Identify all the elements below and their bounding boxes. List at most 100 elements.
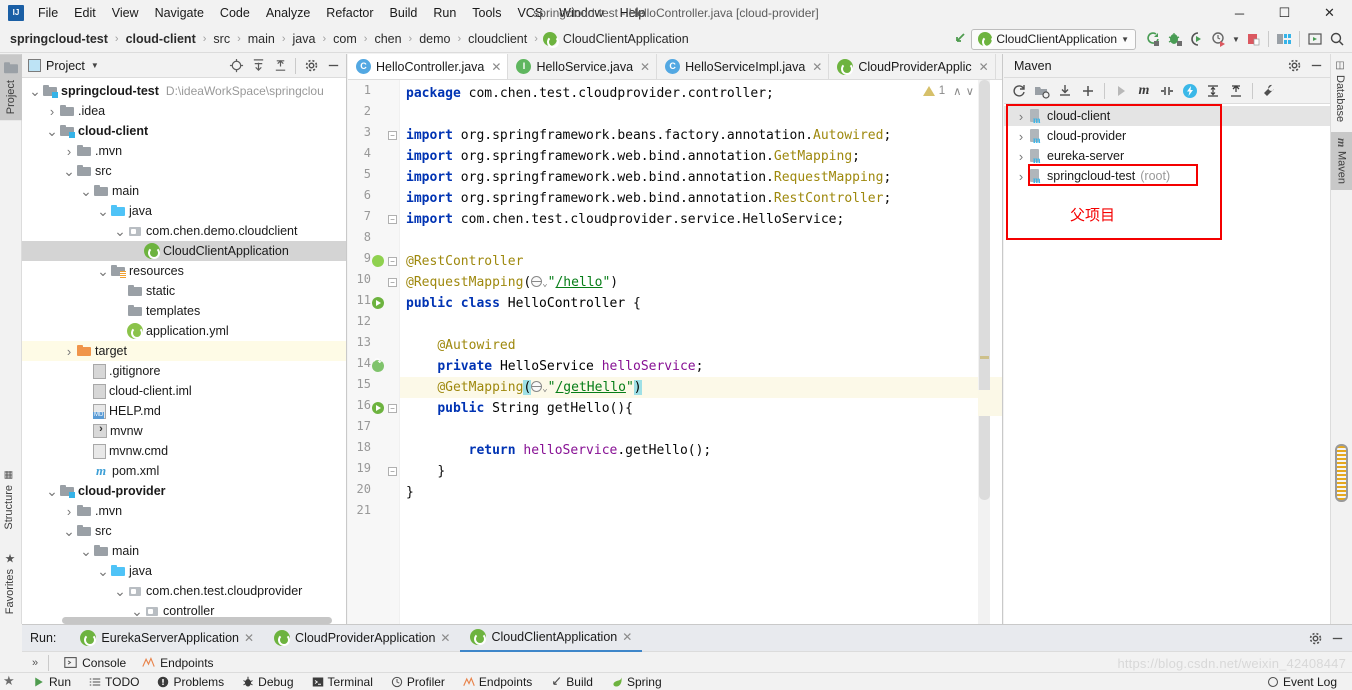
run-tab[interactable]: CloudClientApplication✕ <box>460 625 642 652</box>
project-tree-row[interactable]: static <box>22 281 346 301</box>
code-line[interactable]: public class HelloController { <box>406 293 641 314</box>
code-map-scrollbar[interactable] <box>1335 444 1348 502</box>
editor-tab[interactable]: HelloController.java✕ <box>348 54 508 79</box>
editor-tab[interactable]: HelloServiceImpl.java✕ <box>657 54 829 79</box>
code-fold-toggle[interactable]: − <box>388 215 397 224</box>
debug-button[interactable] <box>1164 28 1186 50</box>
breadcrumb-springcloud-test[interactable]: springcloud-test <box>8 31 110 47</box>
project-file-tree[interactable]: ⌄springcloud-testD:\ideaWorkSpace\spring… <box>22 78 346 624</box>
project-tree-row[interactable]: ⌄src <box>22 161 346 181</box>
minimize-button[interactable]: ─ <box>1217 0 1262 26</box>
close-icon[interactable]: ✕ <box>244 631 254 645</box>
close-icon[interactable]: ✕ <box>440 631 450 645</box>
code-line[interactable]: @RequestMapping(⌄"/hello") <box>406 272 618 293</box>
chevron-down-icon[interactable]: ⌄ <box>96 264 110 278</box>
maven-settings-wrench-button[interactable] <box>1258 80 1280 102</box>
code-line[interactable]: import org.springframework.web.bind.anno… <box>406 167 891 188</box>
chevron-down-icon[interactable]: ⌄ <box>62 164 76 178</box>
project-view-chevron-down-icon[interactable]: ▼ <box>91 61 99 70</box>
project-structure-button[interactable] <box>1273 28 1295 50</box>
maven-hide-panel-button[interactable] <box>1305 55 1327 77</box>
code-fold-toggle[interactable]: − <box>388 467 397 476</box>
run-with-coverage-button[interactable] <box>1186 28 1208 50</box>
menu-window[interactable]: Window <box>551 3 611 23</box>
project-tree-row[interactable]: ⌄cloud-client <box>22 121 346 141</box>
favorites-star-icon[interactable]: ★ <box>3 673 15 689</box>
run-maven-build-button[interactable] <box>1110 80 1132 102</box>
chevron-down-icon[interactable]: ⌄ <box>45 484 59 498</box>
menu-view[interactable]: View <box>104 3 147 23</box>
expand-all-button[interactable] <box>1202 80 1224 102</box>
code-line[interactable]: private HelloService helloService; <box>406 356 703 377</box>
maven-projects-tree[interactable]: ›cloud-client›cloud-provider›eureka-serv… <box>1004 104 1330 624</box>
close-icon[interactable]: ✕ <box>622 630 632 644</box>
collapse-all-button[interactable] <box>1225 80 1247 102</box>
editor-tab[interactable]: CloudProviderApplic✕ <box>829 54 995 79</box>
project-tree-row[interactable]: application.yml <box>22 321 346 341</box>
code-fold-toggle[interactable]: − <box>388 131 397 140</box>
chevron-right-icon[interactable]: › <box>1014 129 1028 143</box>
breadcrumb-chen[interactable]: chen <box>372 31 403 47</box>
code-editor[interactable]: 123−4567−89−10−111213141516−171819−2021 … <box>348 80 1002 624</box>
add-button[interactable] <box>1077 80 1099 102</box>
search-everywhere-button[interactable] <box>1326 28 1348 50</box>
add-maven-project-button[interactable] <box>1031 80 1053 102</box>
breadcrumb-java[interactable]: java <box>291 31 318 47</box>
project-tree-row[interactable]: ⌄cloud-provider <box>22 481 346 501</box>
hide-panel-button[interactable] <box>322 55 344 77</box>
status-event-log[interactable]: Event Log <box>1258 673 1346 690</box>
menu-analyze[interactable]: Analyze <box>258 3 318 23</box>
editor-tab[interactable]: HelloService.java✕ <box>508 54 657 79</box>
chevron-right-icon[interactable]: › <box>62 144 76 158</box>
chevron-down-icon[interactable]: ⌄ <box>79 544 93 558</box>
project-tree-row[interactable]: ⌄src <box>22 521 346 541</box>
toggle-offline-mode-button[interactable] <box>1179 80 1201 102</box>
expand-all-button[interactable] <box>247 55 269 77</box>
code-line[interactable]: @Autowired <box>406 335 516 356</box>
chevron-right-icon[interactable]: › <box>1014 169 1028 183</box>
download-sources-button[interactable] <box>1054 80 1076 102</box>
sub-tab-console[interactable]: Console <box>57 655 133 671</box>
stop-button[interactable] <box>1242 28 1264 50</box>
status-spring[interactable]: Spring <box>602 673 671 690</box>
menu-refactor[interactable]: Refactor <box>318 3 381 23</box>
code-fold-toggle[interactable]: − <box>388 278 397 287</box>
settings-gear-button[interactable] <box>300 55 322 77</box>
editor-tabs-overflow-chevron-icon[interactable]: ∨ <box>996 54 1002 79</box>
inspection-widget[interactable]: 1 ∧ ∨ <box>923 84 974 98</box>
rail-tab-structure[interactable]: Structure ▦ <box>0 464 18 536</box>
project-tree-row[interactable]: ›.mvn <box>22 141 346 161</box>
run-tab[interactable]: EurekaServerApplication✕ <box>70 625 264 652</box>
editor-scrollbar-thumb[interactable] <box>979 80 990 500</box>
chevron-down-icon[interactable]: ⌄ <box>130 604 144 618</box>
status-problems[interactable]: Problems <box>148 673 233 690</box>
editor-gutter[interactable]: 123−4567−89−10−111213141516−171819−2021 <box>348 80 400 624</box>
menu-run[interactable]: Run <box>425 3 464 23</box>
gutter-run-icon[interactable] <box>372 297 386 311</box>
chevron-down-icon[interactable]: ⌄ <box>113 224 127 238</box>
collapse-all-button[interactable] <box>269 55 291 77</box>
code-line[interactable]: public String getHello(){ <box>406 398 633 419</box>
breadcrumb-src[interactable]: src <box>211 31 232 47</box>
rail-tab-maven[interactable]: m Maven <box>1331 132 1352 190</box>
chevron-right-icon[interactable]: › <box>45 104 59 118</box>
chevron-down-icon[interactable]: ⌄ <box>96 204 110 218</box>
updates-button[interactable] <box>1304 28 1326 50</box>
project-tree-row[interactable]: cloud-client.iml <box>22 381 346 401</box>
project-tree-row[interactable]: CloudClientApplication <box>22 241 346 261</box>
project-tree-row[interactable]: ⌄com.chen.demo.cloudclient <box>22 221 346 241</box>
menu-tools[interactable]: Tools <box>464 3 509 23</box>
status-endpoints[interactable]: Endpoints <box>454 673 541 690</box>
breadcrumb-main[interactable]: main <box>246 31 277 47</box>
previous-highlight-icon[interactable]: ∧ <box>953 84 961 98</box>
chevron-right-icon[interactable]: › <box>62 504 76 518</box>
code-line[interactable]: @RestController <box>406 251 523 272</box>
gutter-implementation-icon[interactable] <box>372 360 386 374</box>
back-arrow-icon[interactable] <box>949 28 971 50</box>
code-text[interactable]: package com.chen.test.cloudprovider.cont… <box>400 80 1002 624</box>
menu-help[interactable]: Help <box>612 3 654 23</box>
breadcrumb-cloudclient[interactable]: cloudclient <box>466 31 529 47</box>
web-mapping-icon[interactable] <box>531 276 542 287</box>
profiler-button[interactable] <box>1208 28 1230 50</box>
chevron-right-icon[interactable]: › <box>1014 149 1028 163</box>
